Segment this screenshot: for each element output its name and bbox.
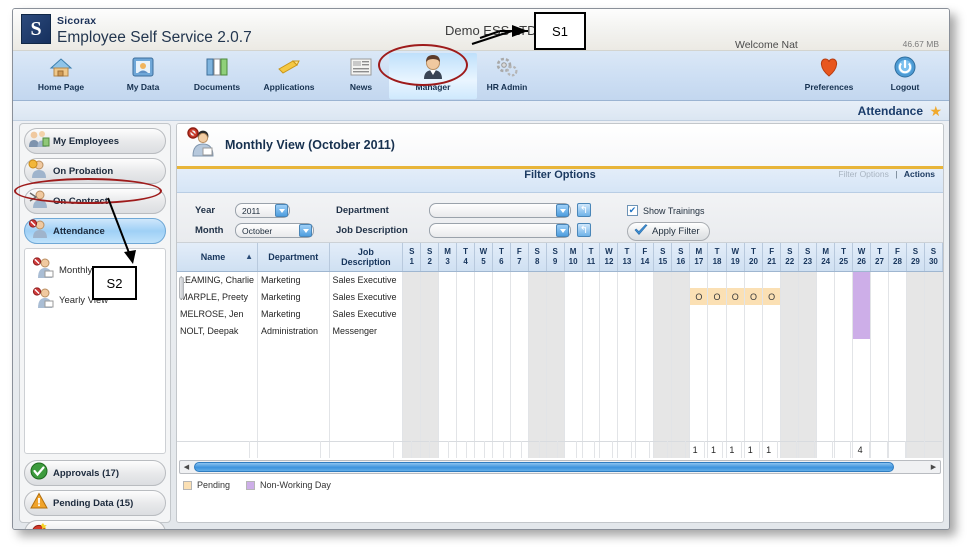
screenshot-root: S Sicorax Employee Self Service 2.0.7 De… <box>0 0 970 552</box>
annotation-arrow-s2 <box>0 0 970 552</box>
